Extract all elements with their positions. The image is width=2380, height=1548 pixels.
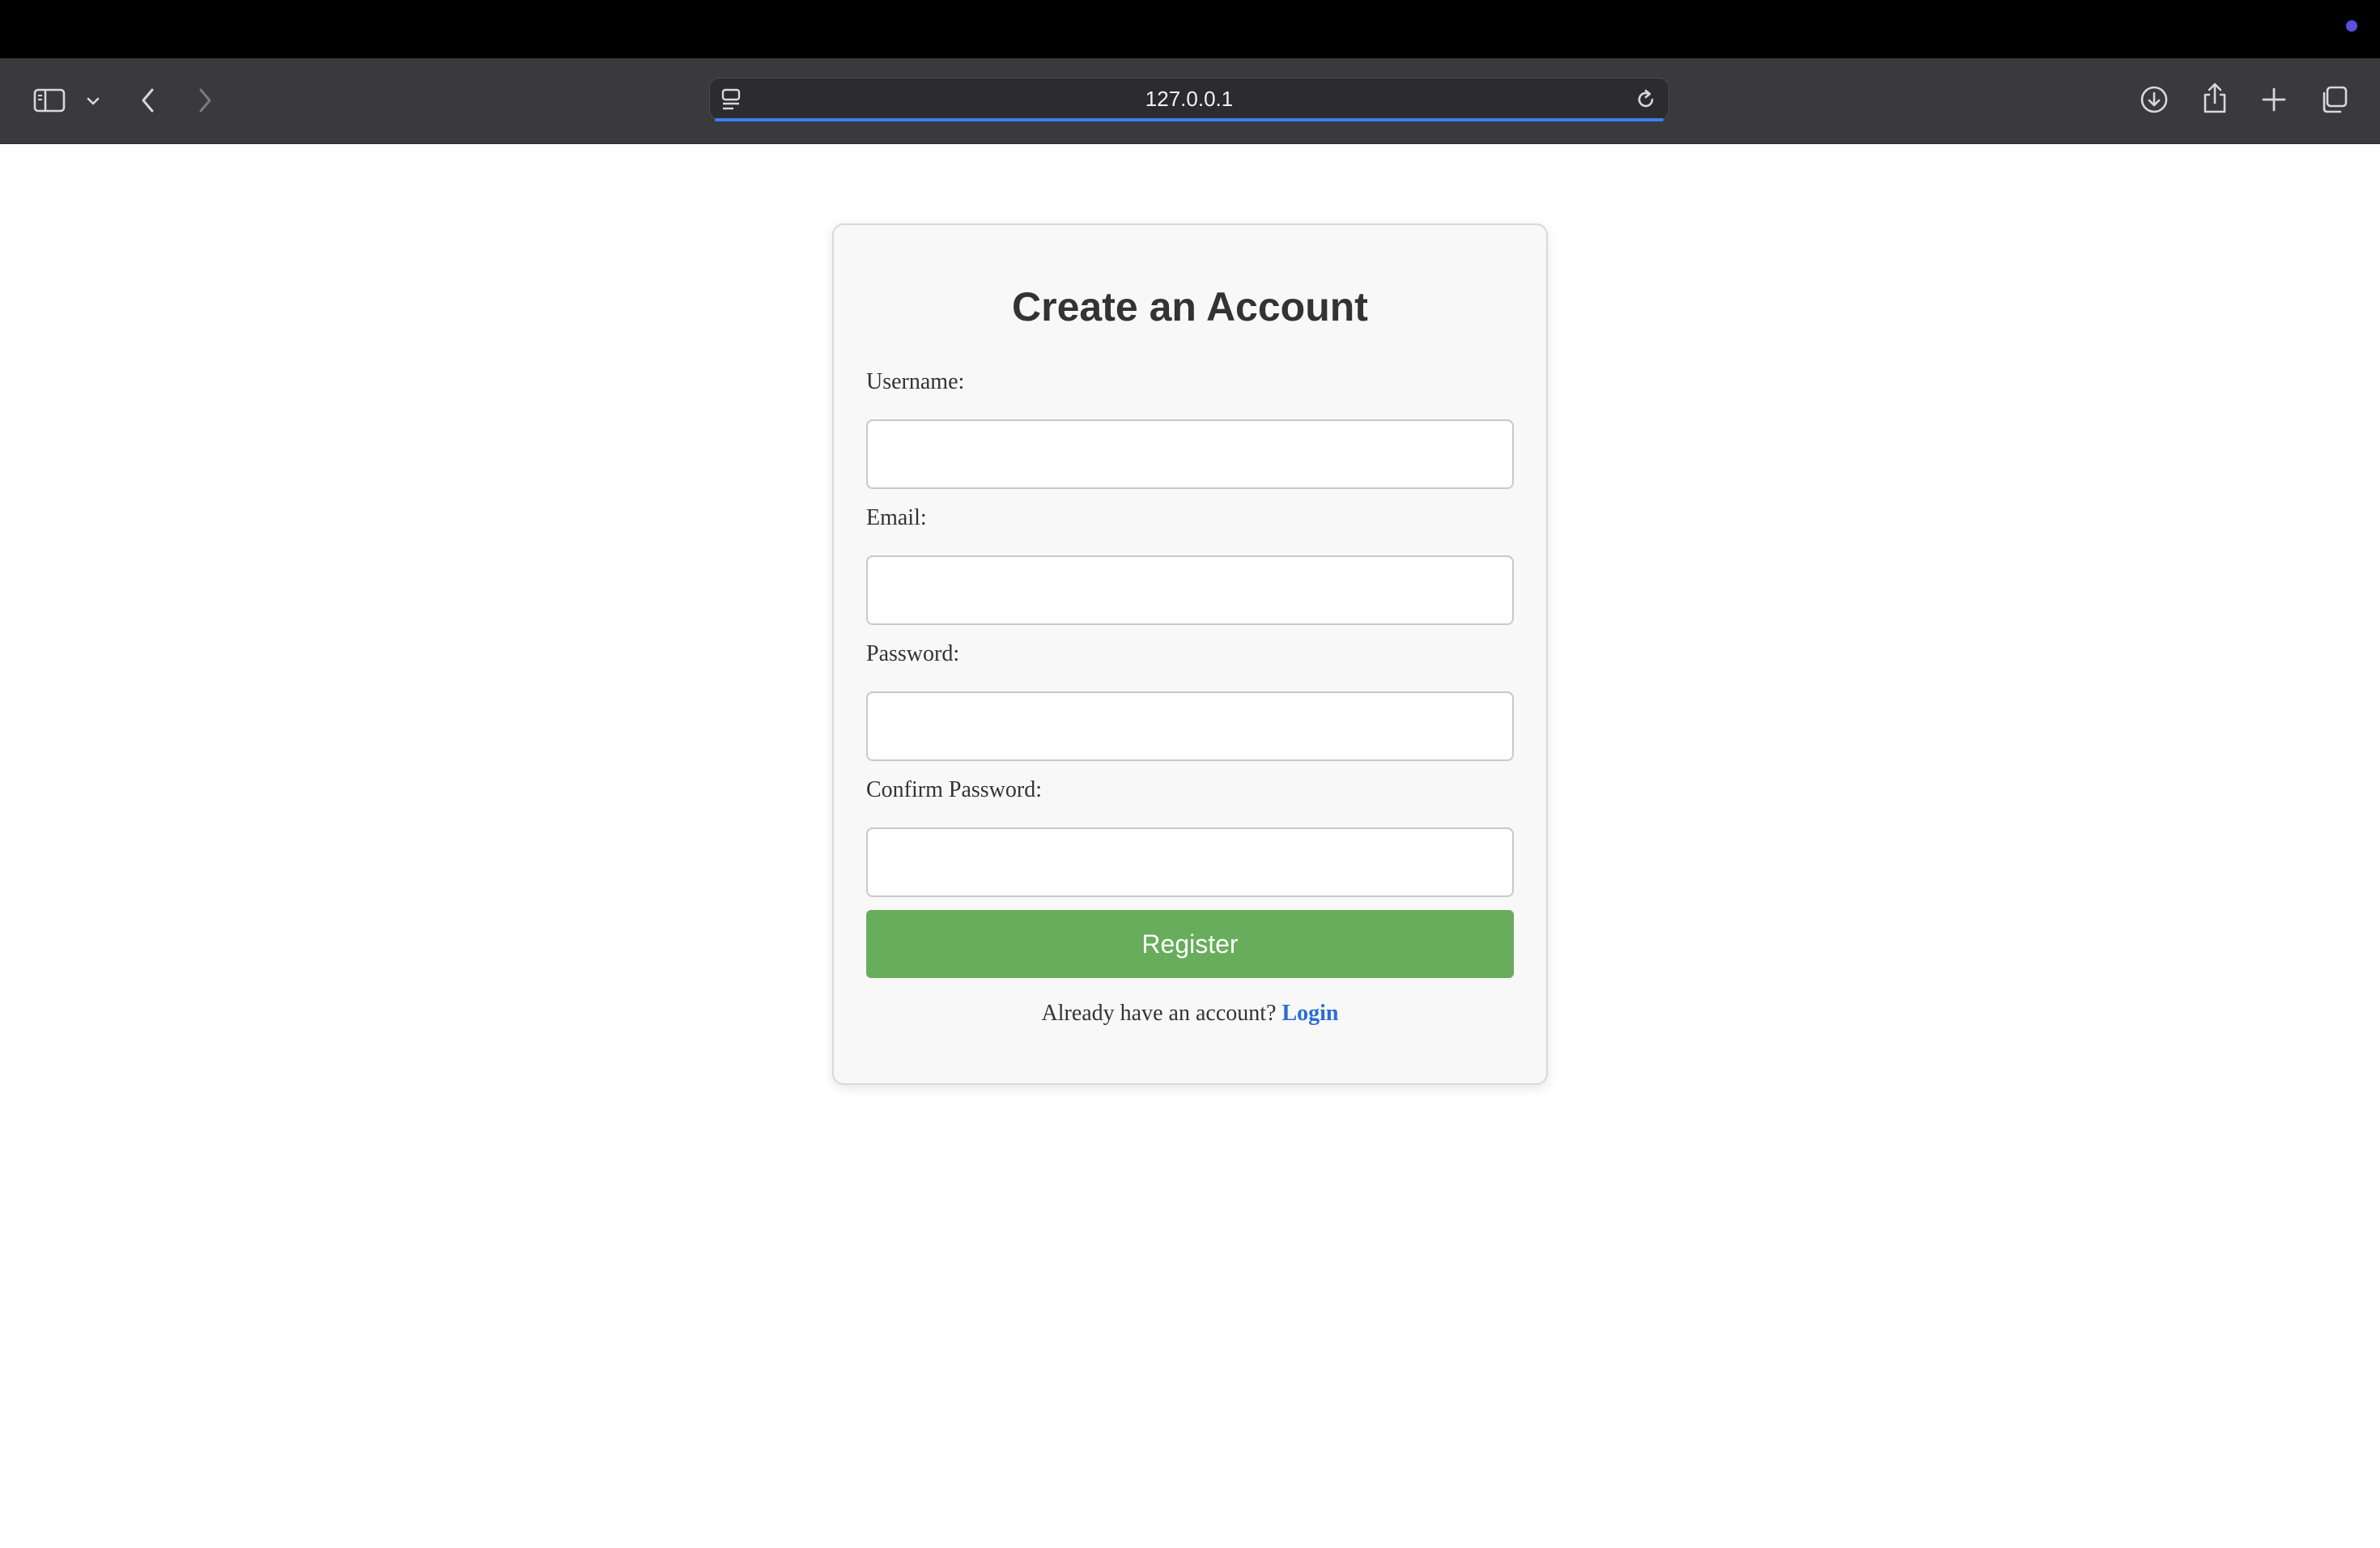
username-field[interactable]: [866, 419, 1514, 489]
email-field[interactable]: [866, 555, 1514, 625]
chevron-left-icon[interactable]: [134, 84, 162, 117]
login-prompt-text: Already have an account?: [1041, 1001, 1277, 1026]
confirm-password-field[interactable]: [866, 827, 1514, 897]
register-button[interactable]: Register: [866, 910, 1514, 978]
status-indicator-dot: [2346, 20, 2357, 32]
confirm-password-label: Confirm Password:: [866, 777, 1042, 802]
url-text: 127.0.0.1: [1145, 86, 1234, 111]
system-menu-bar: [0, 0, 2380, 58]
tabs-icon[interactable]: [2317, 83, 2351, 117]
password-field[interactable]: [866, 691, 1514, 761]
email-label: Email:: [866, 505, 927, 530]
login-prompt-line: Already have an account? Login: [834, 1001, 1546, 1027]
address-bar[interactable]: 127.0.0.1: [709, 78, 1669, 121]
chevron-down-icon[interactable]: [83, 91, 104, 112]
password-label: Password:: [866, 641, 960, 666]
reload-icon[interactable]: [1633, 87, 1659, 113]
sidebar-icon[interactable]: [31, 83, 68, 118]
register-card: Create an Account Username: Email: Passw…: [832, 223, 1548, 1085]
address-bar-focus-line: [715, 118, 1664, 121]
page-content: Create an Account Username: Email: Passw…: [0, 144, 2380, 1548]
plus-icon[interactable]: [2259, 84, 2289, 115]
username-label: Username:: [866, 369, 965, 394]
share-icon[interactable]: [2199, 79, 2231, 117]
download-icon[interactable]: [2137, 83, 2171, 117]
page-title: Create an Account: [1012, 284, 1368, 330]
login-link[interactable]: Login: [1281, 1001, 1338, 1026]
chevron-right-icon[interactable]: [191, 84, 219, 117]
browser-toolbar: 127.0.0.1: [0, 58, 2380, 144]
